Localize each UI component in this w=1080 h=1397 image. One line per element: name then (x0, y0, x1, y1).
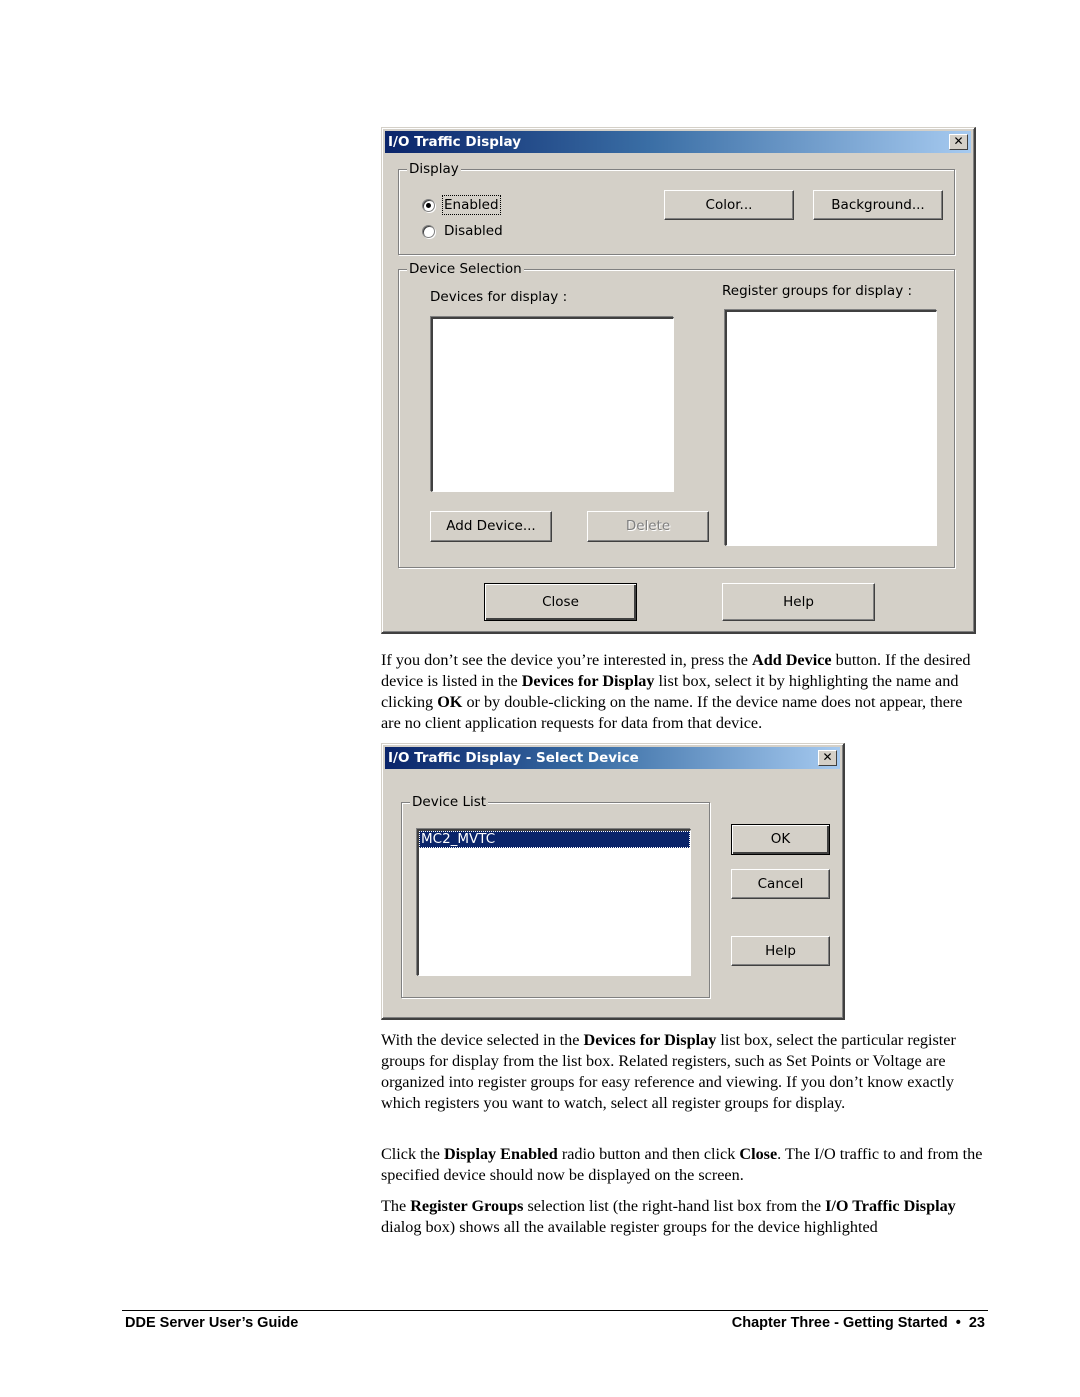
devices-for-display-label: Devices for display : (430, 289, 568, 305)
disabled-radio[interactable] (422, 225, 435, 238)
register-groups-listbox[interactable] (725, 310, 937, 546)
bold-term: Register Groups (410, 1197, 524, 1215)
footer-guide-title: DDE Server User’s Guide (125, 1315, 299, 1331)
enabled-radio[interactable] (422, 199, 435, 212)
text-run: or by double-clicking on the name. If th… (381, 693, 963, 732)
device-list-group: Device List MC2_MVTC (401, 793, 710, 998)
text-run: selection list (the right-hand list box … (523, 1197, 826, 1215)
select-device-dialog: I/O Traffic Display - Select Device ✕ De… (381, 743, 845, 1020)
io-traffic-display-dialog: I/O Traffic Display ✕ Display Enabled Di… (381, 127, 976, 634)
text-run: radio button and then click (557, 1145, 740, 1163)
color-button[interactable]: Color... (664, 190, 794, 220)
paragraph-register-groups-list: The Register Groups selection list (the … (381, 1196, 983, 1238)
close-icon[interactable]: ✕ (949, 134, 968, 150)
display-group: Display Enabled Disabled Color... Backgr… (398, 160, 955, 255)
bold-term: Devices for Display (521, 672, 655, 690)
dialog-title: I/O Traffic Display (388, 134, 522, 150)
footer-divider (122, 1310, 988, 1311)
paragraph-add-device: If you don’t see the device you’re inter… (381, 650, 983, 734)
add-device-button[interactable]: Add Device... (430, 511, 552, 542)
text-run: dialog box) shows all the available regi… (381, 1218, 878, 1236)
text-run: Click the (381, 1145, 444, 1163)
help-button[interactable]: Help (722, 583, 875, 621)
disabled-radio-label[interactable]: Disabled (444, 222, 503, 240)
bold-term: Devices for Display (583, 1031, 717, 1049)
text-run: With the device selected in the (381, 1031, 584, 1049)
device-selection-group: Device Selection Devices for display : R… (398, 260, 955, 568)
enabled-radio-label[interactable]: Enabled (442, 195, 501, 215)
footer-chapter-page: Chapter Three - Getting Started • 23 (731, 1315, 985, 1331)
device-list-item-selected[interactable]: MC2_MVTC (419, 831, 690, 848)
bold-term: Display Enabled (443, 1145, 558, 1163)
bold-term: I/O Traffic Display (825, 1197, 956, 1215)
delete-button[interactable]: Delete (587, 511, 709, 542)
background-button[interactable]: Background... (813, 190, 943, 220)
device-list-group-label: Device List (410, 793, 489, 811)
paragraph-display-enabled: Click the Display Enabled radio button a… (381, 1144, 983, 1186)
dialog-titlebar: I/O Traffic Display - Select Device ✕ (385, 747, 840, 769)
devices-for-display-listbox[interactable] (431, 317, 674, 492)
device-selection-group-label: Device Selection (407, 260, 524, 278)
bold-term: Add Device (752, 651, 832, 669)
close-button[interactable]: Close (484, 583, 637, 621)
ok-button[interactable]: OK (731, 824, 830, 855)
display-group-label: Display (407, 160, 461, 178)
cancel-button[interactable]: Cancel (731, 869, 830, 899)
register-groups-label: Register groups for display : (722, 283, 913, 299)
device-listbox[interactable]: MC2_MVTC (417, 829, 691, 976)
help-button[interactable]: Help (731, 936, 830, 966)
bold-term: OK (437, 693, 463, 711)
dialog-title: I/O Traffic Display - Select Device (388, 750, 639, 766)
text-run: The (381, 1197, 411, 1215)
text-run: If you don’t see the device you’re inter… (381, 651, 752, 669)
dialog-titlebar: I/O Traffic Display ✕ (385, 131, 971, 153)
close-icon[interactable]: ✕ (818, 750, 837, 766)
bold-term: Close (739, 1145, 778, 1163)
paragraph-register-groups: With the device selected in the Devices … (381, 1030, 983, 1114)
radio-selected-dot (426, 203, 431, 208)
